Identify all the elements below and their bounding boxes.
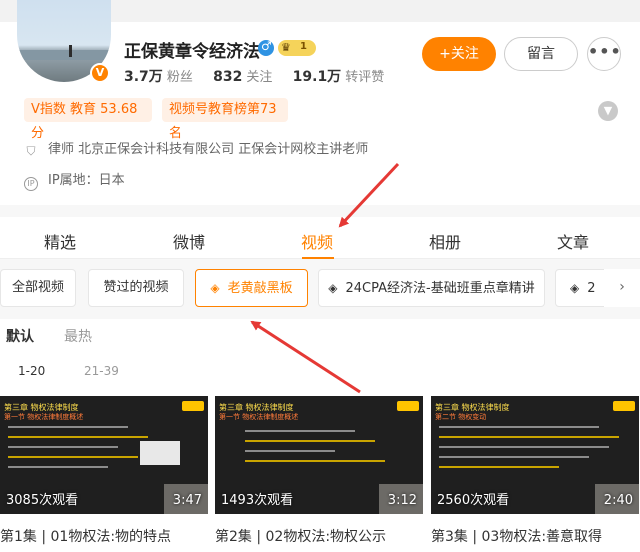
ip-location-text: IP属地：日本 [48, 173, 125, 188]
video-thumbnail[interactable]: 第三章 物权法律制度 第一节 物权法律制度概述 3085次观看 3:47 [0, 396, 208, 514]
v-index-tag[interactable]: V指数 教育 53.68分 [24, 98, 152, 141]
slide-text-line [8, 436, 148, 438]
video-card[interactable]: 第三章 物权法律制度 第二节 物权变动 2560次观看 2:40 第3集 | 0… [431, 396, 639, 546]
slide-text-line [8, 466, 108, 468]
stat-reposts-likes: 19.1万 转评赞 [292, 69, 385, 85]
video-thumbnail[interactable]: 第三章 物权法律制度 第二节 物权变动 2560次观看 2:40 [431, 396, 639, 514]
brand-logo-icon [397, 401, 419, 411]
video-title[interactable]: 第1集 | 01物权法:物的特点 [0, 526, 208, 546]
range-1-20[interactable]: 1-20 [2, 358, 62, 384]
avatar-figure [69, 45, 72, 57]
profile-tabs: 精选 微博 视频 相册 文章 [0, 217, 640, 259]
layers-icon: ◈ [210, 281, 220, 295]
avatar-sea [17, 50, 111, 60]
range-21-39[interactable]: 21-39 [68, 358, 135, 384]
profile-name: 正保黄章令经济法 [124, 42, 260, 62]
slide-subheader: 第一节 物权法律制度概述 [219, 413, 299, 421]
shield-icon: ⛉ [26, 144, 36, 158]
slide-text-line [245, 430, 355, 432]
ip-location-info: IP IP属地：日本 [24, 169, 125, 191]
ip-icon: IP [24, 177, 38, 191]
slide-text-line [245, 460, 385, 462]
filter-all-videos[interactable]: 全部视频 [0, 269, 76, 307]
filter-liked-videos[interactable]: 赞过的视频 [88, 269, 184, 307]
view-count: 1493次观看 [221, 493, 294, 508]
video-duration: 3:47 [172, 493, 202, 508]
verified-badge-icon: V [90, 63, 110, 83]
video-duration: 3:12 [387, 493, 417, 508]
tab-featured[interactable]: 精选 [44, 229, 76, 253]
brand-logo-icon [613, 401, 635, 411]
slide-text-line [439, 466, 559, 468]
slide-text-line [439, 436, 619, 438]
chevron-down-icon[interactable]: ▼ [598, 101, 618, 121]
video-filter-bar: 全部视频 赞过的视频 ◈ 老黄敲黑板 ◈ 24CPA经济法-基础班重点章精讲 ◈ 2 … [0, 259, 640, 319]
video-card[interactable]: 第三章 物权法律制度 第一节 物权法律制度概述 1493次观看 3:12 第2集… [215, 396, 423, 546]
tab-articles[interactable]: 文章 [557, 229, 589, 253]
video-thumbnail[interactable]: 第三章 物权法律制度 第一节 物权法律制度概述 1493次观看 3:12 [215, 396, 423, 514]
filter-playlist-active[interactable]: ◈ 老黄敲黑板 [195, 269, 308, 307]
channel-rank-tag[interactable]: 视频号教育榜第73名 [162, 98, 288, 141]
crown-icon: ♛ [281, 41, 291, 54]
slide-text-line [439, 426, 599, 428]
more-options-button[interactable]: ••• [587, 37, 621, 71]
filter-playlist-cpa[interactable]: ◈ 24CPA经济法-基础班重点章精讲 [318, 269, 545, 307]
chevron-right-icon[interactable]: › [604, 269, 640, 307]
view-count: 2560次观看 [437, 493, 510, 508]
slide-text-line [439, 446, 609, 448]
tab-weibo[interactable]: 微博 [173, 229, 205, 253]
follow-button[interactable]: +关注 [422, 37, 496, 71]
slide-subheader: 第一节 物权法律制度概述 [4, 413, 84, 421]
profile-stats: 3.7万 粉丝 832 关注 19.1万 转评赞 [124, 66, 384, 86]
member-level-badge[interactable]: ♛ 1 [278, 40, 316, 56]
profession-text: 律师 北京正保会计科技有限公司 正保会计网校主讲老师 [48, 142, 369, 157]
layers-icon: ◈ [328, 281, 338, 295]
slide-text-line [8, 456, 138, 458]
section-divider [0, 205, 640, 217]
slide-text-line [245, 440, 375, 442]
stat-fans[interactable]: 3.7万 粉丝 [124, 69, 193, 85]
male-gender-icon [258, 39, 274, 56]
message-button[interactable]: 留言 [504, 37, 578, 71]
tab-video[interactable]: 视频 [301, 229, 333, 253]
tab-album[interactable]: 相册 [429, 229, 461, 253]
slide-text-line [245, 450, 335, 452]
video-card[interactable]: 第三章 物权法律制度 第一节 物权法律制度概述 3085次观看 3:47 第1集… [0, 396, 208, 546]
sort-default[interactable]: 默认 [6, 326, 34, 346]
slide-text-line [8, 446, 118, 448]
arrow-to-playlist-chip [250, 320, 361, 394]
layers-icon: ◈ [570, 281, 580, 295]
view-count: 3085次观看 [6, 493, 79, 508]
video-title[interactable]: 第2集 | 02物权法:物权公示 [215, 526, 423, 546]
profession-info: ⛉ 律师 北京正保会计科技有限公司 正保会计网校主讲老师 [24, 138, 368, 158]
video-title[interactable]: 第3集 | 03物权法:善意取得 [431, 526, 639, 546]
slide-text-line [8, 426, 128, 428]
slide-illustration [140, 441, 180, 465]
stat-following[interactable]: 832 关注 [213, 69, 272, 85]
brand-logo-icon [182, 401, 204, 411]
member-level-value: 1 [300, 41, 307, 52]
video-duration: 2:40 [603, 493, 633, 508]
sort-hot[interactable]: 最热 [64, 326, 92, 346]
slide-text-line [439, 456, 589, 458]
slide-subheader: 第二节 物权变动 [435, 413, 487, 421]
